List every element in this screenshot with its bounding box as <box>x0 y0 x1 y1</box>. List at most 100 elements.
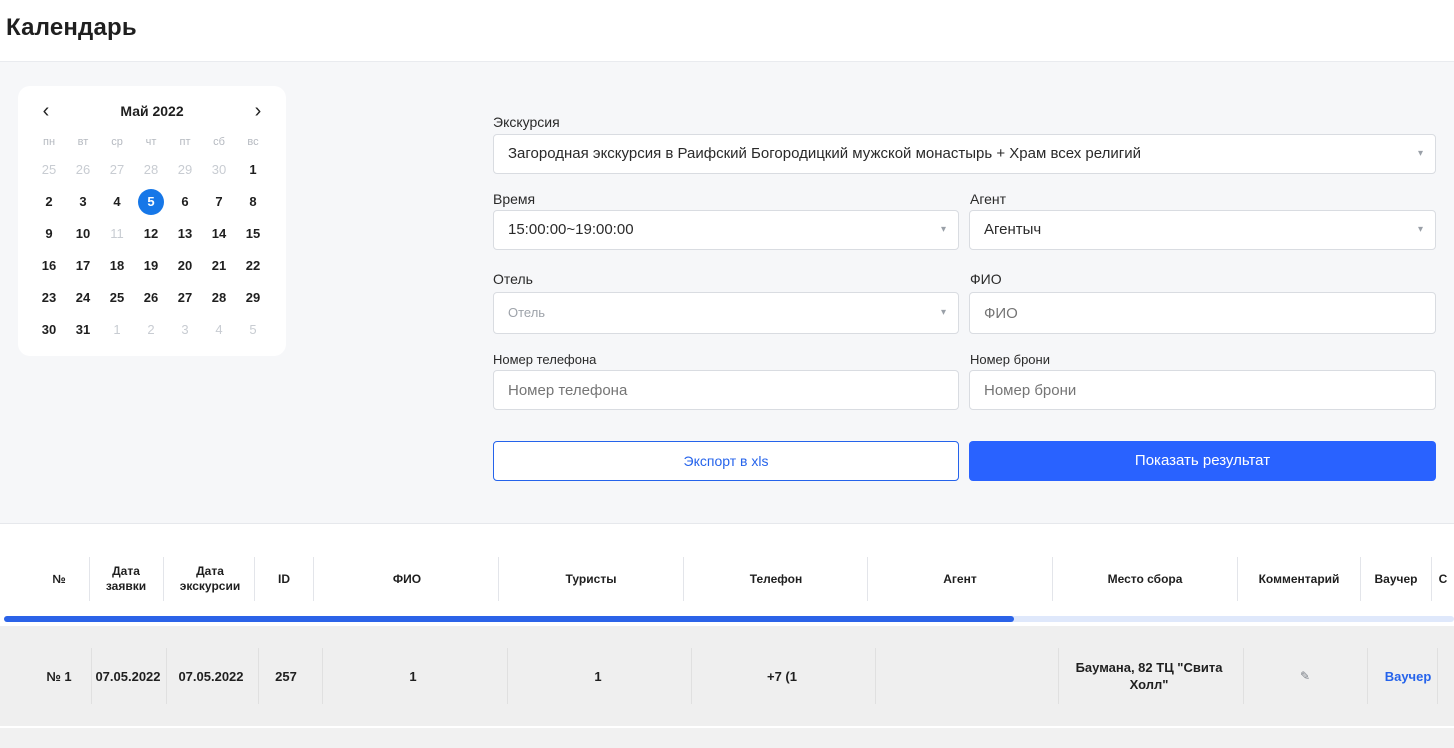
calendar-day-number: 31 <box>75 322 91 337</box>
calendar-day-number: 25 <box>109 290 125 305</box>
hotel-placeholder: Отель <box>508 305 546 320</box>
calendar-day[interactable]: 21 <box>202 250 236 282</box>
excursion-select[interactable]: Загородная экскурсия в Раифский Богороди… <box>493 134 1436 174</box>
calendar-day[interactable]: 11 <box>100 218 134 250</box>
time-select[interactable]: 15:00:00~19:00:00 ▾ <box>493 210 959 250</box>
cell-comment[interactable]: ✎ <box>1244 626 1366 726</box>
calendar-weekday: вс <box>247 136 259 148</box>
column-header-phone[interactable]: Телефон <box>685 542 867 616</box>
hotel-label: Отель <box>493 271 533 287</box>
column-header-voucher[interactable]: Ваучер <box>1362 542 1430 616</box>
calendar-day[interactable]: 16 <box>32 250 66 282</box>
calendar-day[interactable]: 30 <box>202 154 236 186</box>
calendar-day[interactable]: 3 <box>168 314 202 346</box>
calendar-day[interactable]: 23 <box>32 282 66 314</box>
calendar-day[interactable]: 22 <box>236 250 270 282</box>
calendar-day[interactable]: 20 <box>168 250 202 282</box>
calendar-day[interactable]: 4 <box>202 314 236 346</box>
calendar-day-number: 4 <box>113 194 121 209</box>
calendar-day[interactable]: 27 <box>168 282 202 314</box>
calendar-day[interactable]: 14 <box>202 218 236 250</box>
column-header-request-date[interactable]: Дата заявки <box>92 542 160 616</box>
horizontal-scrollbar-thumb[interactable] <box>4 616 1014 622</box>
calendar-day[interactable]: 5 <box>236 314 270 346</box>
calendar-day[interactable]: 31 <box>66 314 100 346</box>
column-separator <box>322 648 323 704</box>
calendar-day[interactable]: 25 <box>100 282 134 314</box>
column-separator <box>163 557 164 601</box>
calendar-day[interactable]: 2 <box>32 186 66 218</box>
pencil-icon[interactable]: ✎ <box>1300 668 1310 685</box>
calendar-day-number: 13 <box>177 226 193 241</box>
agent-select[interactable]: Агентыч ▾ <box>969 210 1436 250</box>
calendar-day[interactable]: 15 <box>236 218 270 250</box>
calendar-day-number: 17 <box>75 258 91 273</box>
cell-agent <box>875 626 1057 726</box>
calendar-day[interactable]: 12 <box>134 218 168 250</box>
calendar-day[interactable]: 26 <box>134 282 168 314</box>
calendar-day[interactable]: 7 <box>202 186 236 218</box>
column-separator <box>867 557 868 601</box>
calendar-day[interactable]: 4 <box>100 186 134 218</box>
hotel-select[interactable]: Отель ▾ <box>493 292 959 334</box>
column-header-id[interactable]: ID <box>256 542 312 616</box>
cell-request-date: 07.05.2022 <box>95 668 161 684</box>
booking-input[interactable] <box>969 370 1436 410</box>
calendar-day-number: 2 <box>45 194 53 209</box>
column-header-fio[interactable]: ФИО <box>316 542 498 616</box>
calendar-day-number: 3 <box>181 322 189 337</box>
calendar-day[interactable]: 6 <box>168 186 202 218</box>
calendar-day-number: 23 <box>41 290 57 305</box>
calendar-day[interactable]: 10 <box>66 218 100 250</box>
calendar-day-number: 21 <box>211 258 227 273</box>
voucher-link[interactable]: Ваучер <box>1385 668 1432 685</box>
booking-label: Номер брони <box>970 352 1050 367</box>
table-row <box>0 728 1454 748</box>
calendar-day[interactable]: 19 <box>134 250 168 282</box>
calendar-day[interactable]: 27 <box>100 154 134 186</box>
calendar-day[interactable]: 17 <box>66 250 100 282</box>
fio-input[interactable] <box>969 292 1436 334</box>
calendar-day[interactable]: 28 <box>134 154 168 186</box>
calendar-day[interactable]: 29 <box>236 282 270 314</box>
column-separator <box>875 648 876 704</box>
calendar-day-selected[interactable]: 5 <box>134 186 168 218</box>
show-result-button[interactable]: Показать результат <box>969 441 1436 481</box>
calendar-day-number: 5 <box>249 322 257 337</box>
export-xls-button[interactable]: Экспорт в xls <box>493 441 959 481</box>
calendar-day-number: 22 <box>245 258 261 273</box>
column-separator <box>254 557 255 601</box>
chevron-down-icon: ▾ <box>1417 224 1423 235</box>
column-separator <box>507 648 508 704</box>
calendar-day[interactable]: 1 <box>236 154 270 186</box>
calendar-day[interactable]: 3 <box>66 186 100 218</box>
excursion-value: Загородная экскурсия в Раифский Богороди… <box>508 145 1141 162</box>
column-header-num[interactable]: № <box>30 542 88 616</box>
calendar-day[interactable]: 2 <box>134 314 168 346</box>
phone-label: Номер телефона <box>493 352 597 367</box>
chevron-right-icon[interactable]: › <box>246 100 270 124</box>
calendar-month-title: Май 2022 <box>120 103 184 119</box>
calendar-day-number: 29 <box>245 290 261 305</box>
calendar-day-number: 27 <box>177 290 193 305</box>
calendar-day[interactable]: 1 <box>100 314 134 346</box>
cell-id: 257 <box>275 668 297 684</box>
phone-input[interactable] <box>493 370 959 410</box>
calendar-day[interactable]: 28 <box>202 282 236 314</box>
column-header-next[interactable]: С <box>1434 542 1452 616</box>
calendar-day[interactable]: 13 <box>168 218 202 250</box>
calendar-day[interactable]: 25 <box>32 154 66 186</box>
calendar-day[interactable]: 8 <box>236 186 270 218</box>
calendar-day[interactable]: 29 <box>168 154 202 186</box>
column-header-excursion-date[interactable]: Дата экскурсии <box>166 542 254 616</box>
column-header-tourists[interactable]: Туристы <box>500 542 682 616</box>
column-header-comment[interactable]: Комментарий <box>1238 542 1360 616</box>
calendar-day[interactable]: 26 <box>66 154 100 186</box>
column-header-agent[interactable]: Агент <box>869 542 1051 616</box>
calendar-day-number: 18 <box>109 258 125 273</box>
column-header-meeting-point[interactable]: Место сбора <box>1054 542 1236 616</box>
calendar-day[interactable]: 30 <box>32 314 66 346</box>
calendar-day[interactable]: 24 <box>66 282 100 314</box>
calendar-day[interactable]: 18 <box>100 250 134 282</box>
calendar-day[interactable]: 9 <box>32 218 66 250</box>
